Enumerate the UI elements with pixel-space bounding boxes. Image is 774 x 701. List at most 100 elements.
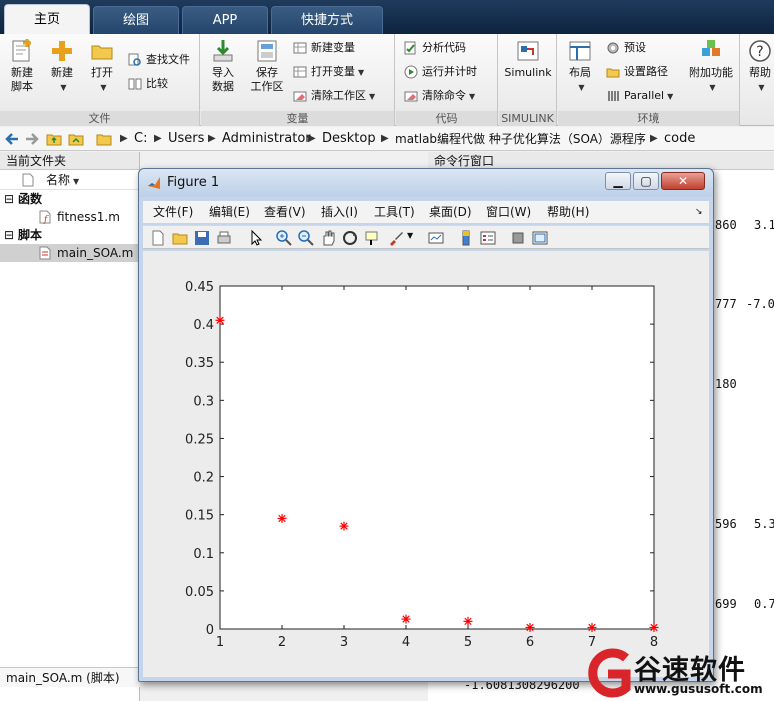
ribbon-group-label-file: 文件 xyxy=(0,111,199,126)
breadcrumb-item[interactable]: Desktop xyxy=(322,127,376,151)
show-plot-tools-icon[interactable] xyxy=(531,229,549,247)
simulink-button[interactable]: Simulink xyxy=(502,38,554,80)
menu-edit[interactable]: 编辑(E) xyxy=(209,201,250,223)
parallel-button[interactable]: Parallel ▼ xyxy=(604,86,673,106)
new-figure-icon[interactable] xyxy=(149,229,167,247)
print-icon[interactable] xyxy=(215,229,233,247)
tab-plots[interactable]: 绘图 xyxy=(93,6,179,34)
y-tick-label: 0.4 xyxy=(193,318,214,333)
menu-file[interactable]: 文件(F) xyxy=(153,201,193,223)
legend-icon[interactable] xyxy=(479,229,497,247)
new-button[interactable]: 新建 ▼ xyxy=(44,38,80,95)
new-variable-button[interactable]: 新建变量 xyxy=(291,38,355,58)
breadcrumb-item[interactable]: Administrator xyxy=(222,127,311,151)
ribbon: 新建 脚本 新建 ▼ 打开 ▼ 查找文件 比较 文件 导入 数据 保存 工作区 … xyxy=(0,34,774,126)
menu-overflow-icon[interactable]: ↘ xyxy=(695,201,703,223)
x-tick-label: 4 xyxy=(402,635,410,650)
colorbar-icon[interactable] xyxy=(457,229,475,247)
menu-help[interactable]: 帮助(H) xyxy=(547,201,589,223)
breadcrumb-item[interactable]: code xyxy=(664,127,695,151)
close-button[interactable]: ✕ xyxy=(661,172,705,190)
menu-view[interactable]: 查看(V) xyxy=(264,201,306,223)
compare-icon xyxy=(128,78,142,90)
collapse-icon[interactable]: ⊟ xyxy=(4,226,14,244)
help-button[interactable]: ? 帮助 ▼ xyxy=(745,38,774,95)
brush-icon[interactable] xyxy=(387,229,405,247)
output-value: 5.3 xyxy=(754,517,774,531)
forward-arrow-icon[interactable] xyxy=(24,131,40,147)
collapse-icon[interactable]: ⊟ xyxy=(4,190,14,208)
menu-tools[interactable]: 工具(T) xyxy=(374,201,415,223)
breadcrumb-separator: ▶ xyxy=(120,133,128,144)
data-point[interactable] xyxy=(215,315,225,325)
import-data-button[interactable]: 导入 数据 xyxy=(205,38,241,94)
column-header-name[interactable]: 名称 ▼ xyxy=(0,170,139,190)
menu-window[interactable]: 窗口(W) xyxy=(486,201,531,223)
scatter-plot[interactable]: 1 2 3 4 5 6 7 800.050.10.150.20.250.30.350.40.4… xyxy=(143,251,709,677)
zoom-out-icon[interactable] xyxy=(297,229,315,247)
data-point[interactable] xyxy=(463,616,473,626)
analyze-code-button[interactable]: 分析代码 xyxy=(402,38,466,58)
run-and-time-button[interactable]: 运行并计时 xyxy=(402,62,477,82)
open-variable-button[interactable]: 打开变量 ▼ xyxy=(291,62,364,82)
y-tick-label: 0.2 xyxy=(193,471,214,486)
import-icon xyxy=(213,40,233,62)
new-variable-icon xyxy=(293,42,307,54)
x-tick-label: 6 xyxy=(526,635,534,650)
data-point[interactable] xyxy=(277,513,287,523)
find-files-button[interactable]: 查找文件 xyxy=(126,50,190,70)
pointer-icon[interactable] xyxy=(247,229,265,247)
menu-insert[interactable]: 插入(I) xyxy=(321,201,358,223)
chevron-down-icon[interactable]: ▼ xyxy=(407,231,413,240)
minimize-button[interactable]: ▁ xyxy=(605,172,631,190)
link-plot-icon[interactable] xyxy=(427,229,445,247)
compare-button[interactable]: 比较 xyxy=(126,74,168,94)
save-icon[interactable] xyxy=(193,229,211,247)
clear-workspace-button[interactable]: 清除工作区 ▼ xyxy=(291,86,375,106)
browse-folder-icon[interactable] xyxy=(68,131,84,147)
menu-desktop[interactable]: 桌面(D) xyxy=(429,201,472,223)
rotate-3d-icon[interactable] xyxy=(341,229,359,247)
set-path-button[interactable]: 设置路径 xyxy=(604,62,668,82)
save-workspace-button[interactable]: 保存 工作区 xyxy=(247,38,287,94)
back-arrow-icon[interactable] xyxy=(4,131,20,147)
y-tick-label: 0.25 xyxy=(185,432,214,447)
zoom-in-icon[interactable] xyxy=(275,229,293,247)
preferences-button[interactable]: 预设 xyxy=(604,38,646,58)
new-script-button[interactable]: 新建 脚本 xyxy=(4,38,40,94)
tab-strip: 主页 绘图 APP 快捷方式 xyxy=(0,0,774,34)
data-point[interactable] xyxy=(649,622,659,632)
ribbon-group-variable: 导入 数据 保存 工作区 新建变量 打开变量 ▼ 清除工作区 ▼ 变量 xyxy=(201,34,395,126)
figure-titlebar[interactable]: Figure 1 ▁ ▢ ✕ xyxy=(139,169,713,197)
tree-group-scripts[interactable]: ⊟ 脚本 xyxy=(0,226,139,244)
function-file-icon: f xyxy=(39,210,51,224)
hide-plot-tools-icon[interactable] xyxy=(509,229,527,247)
breadcrumb-separator: ▶ xyxy=(208,133,216,144)
up-folder-icon[interactable] xyxy=(46,131,62,147)
data-point[interactable] xyxy=(339,521,349,531)
maximize-button[interactable]: ▢ xyxy=(633,172,659,190)
breadcrumb-item[interactable]: Users xyxy=(168,127,204,151)
addons-button[interactable]: 附加功能 ▼ xyxy=(686,38,736,95)
open-button[interactable]: 打开 ▼ xyxy=(84,38,120,95)
tree-group-functions[interactable]: ⊟ 函数 xyxy=(0,190,139,208)
tab-home[interactable]: 主页 xyxy=(4,4,90,34)
open-file-icon[interactable] xyxy=(171,229,189,247)
figure-window: Figure 1 ▁ ▢ ✕ 文件(F) 编辑(E) 查看(V) 插入(I) 工… xyxy=(138,168,714,682)
file-icon xyxy=(22,173,34,187)
layout-button[interactable]: 布局 ▼ xyxy=(562,38,598,95)
clear-commands-button[interactable]: 清除命令 ▼ xyxy=(402,86,475,106)
data-point[interactable] xyxy=(401,614,411,624)
chevron-down-icon: ▼ xyxy=(469,92,476,101)
list-item[interactable]: main_SOA.m xyxy=(0,244,139,262)
breadcrumb-item[interactable]: C: xyxy=(134,127,147,151)
data-point[interactable] xyxy=(525,622,535,632)
data-cursor-icon[interactable] xyxy=(363,229,381,247)
pan-hand-icon[interactable] xyxy=(319,229,337,247)
tab-apps[interactable]: APP xyxy=(182,6,268,34)
tab-shortcuts[interactable]: 快捷方式 xyxy=(271,6,383,34)
list-item[interactable]: f fitness1.m xyxy=(0,208,139,226)
data-point[interactable] xyxy=(587,622,597,632)
breadcrumb-item[interactable]: matlab编程代做 种子优化算法（SOA）源程序 xyxy=(395,127,646,151)
x-tick-label: 1 xyxy=(216,635,224,650)
